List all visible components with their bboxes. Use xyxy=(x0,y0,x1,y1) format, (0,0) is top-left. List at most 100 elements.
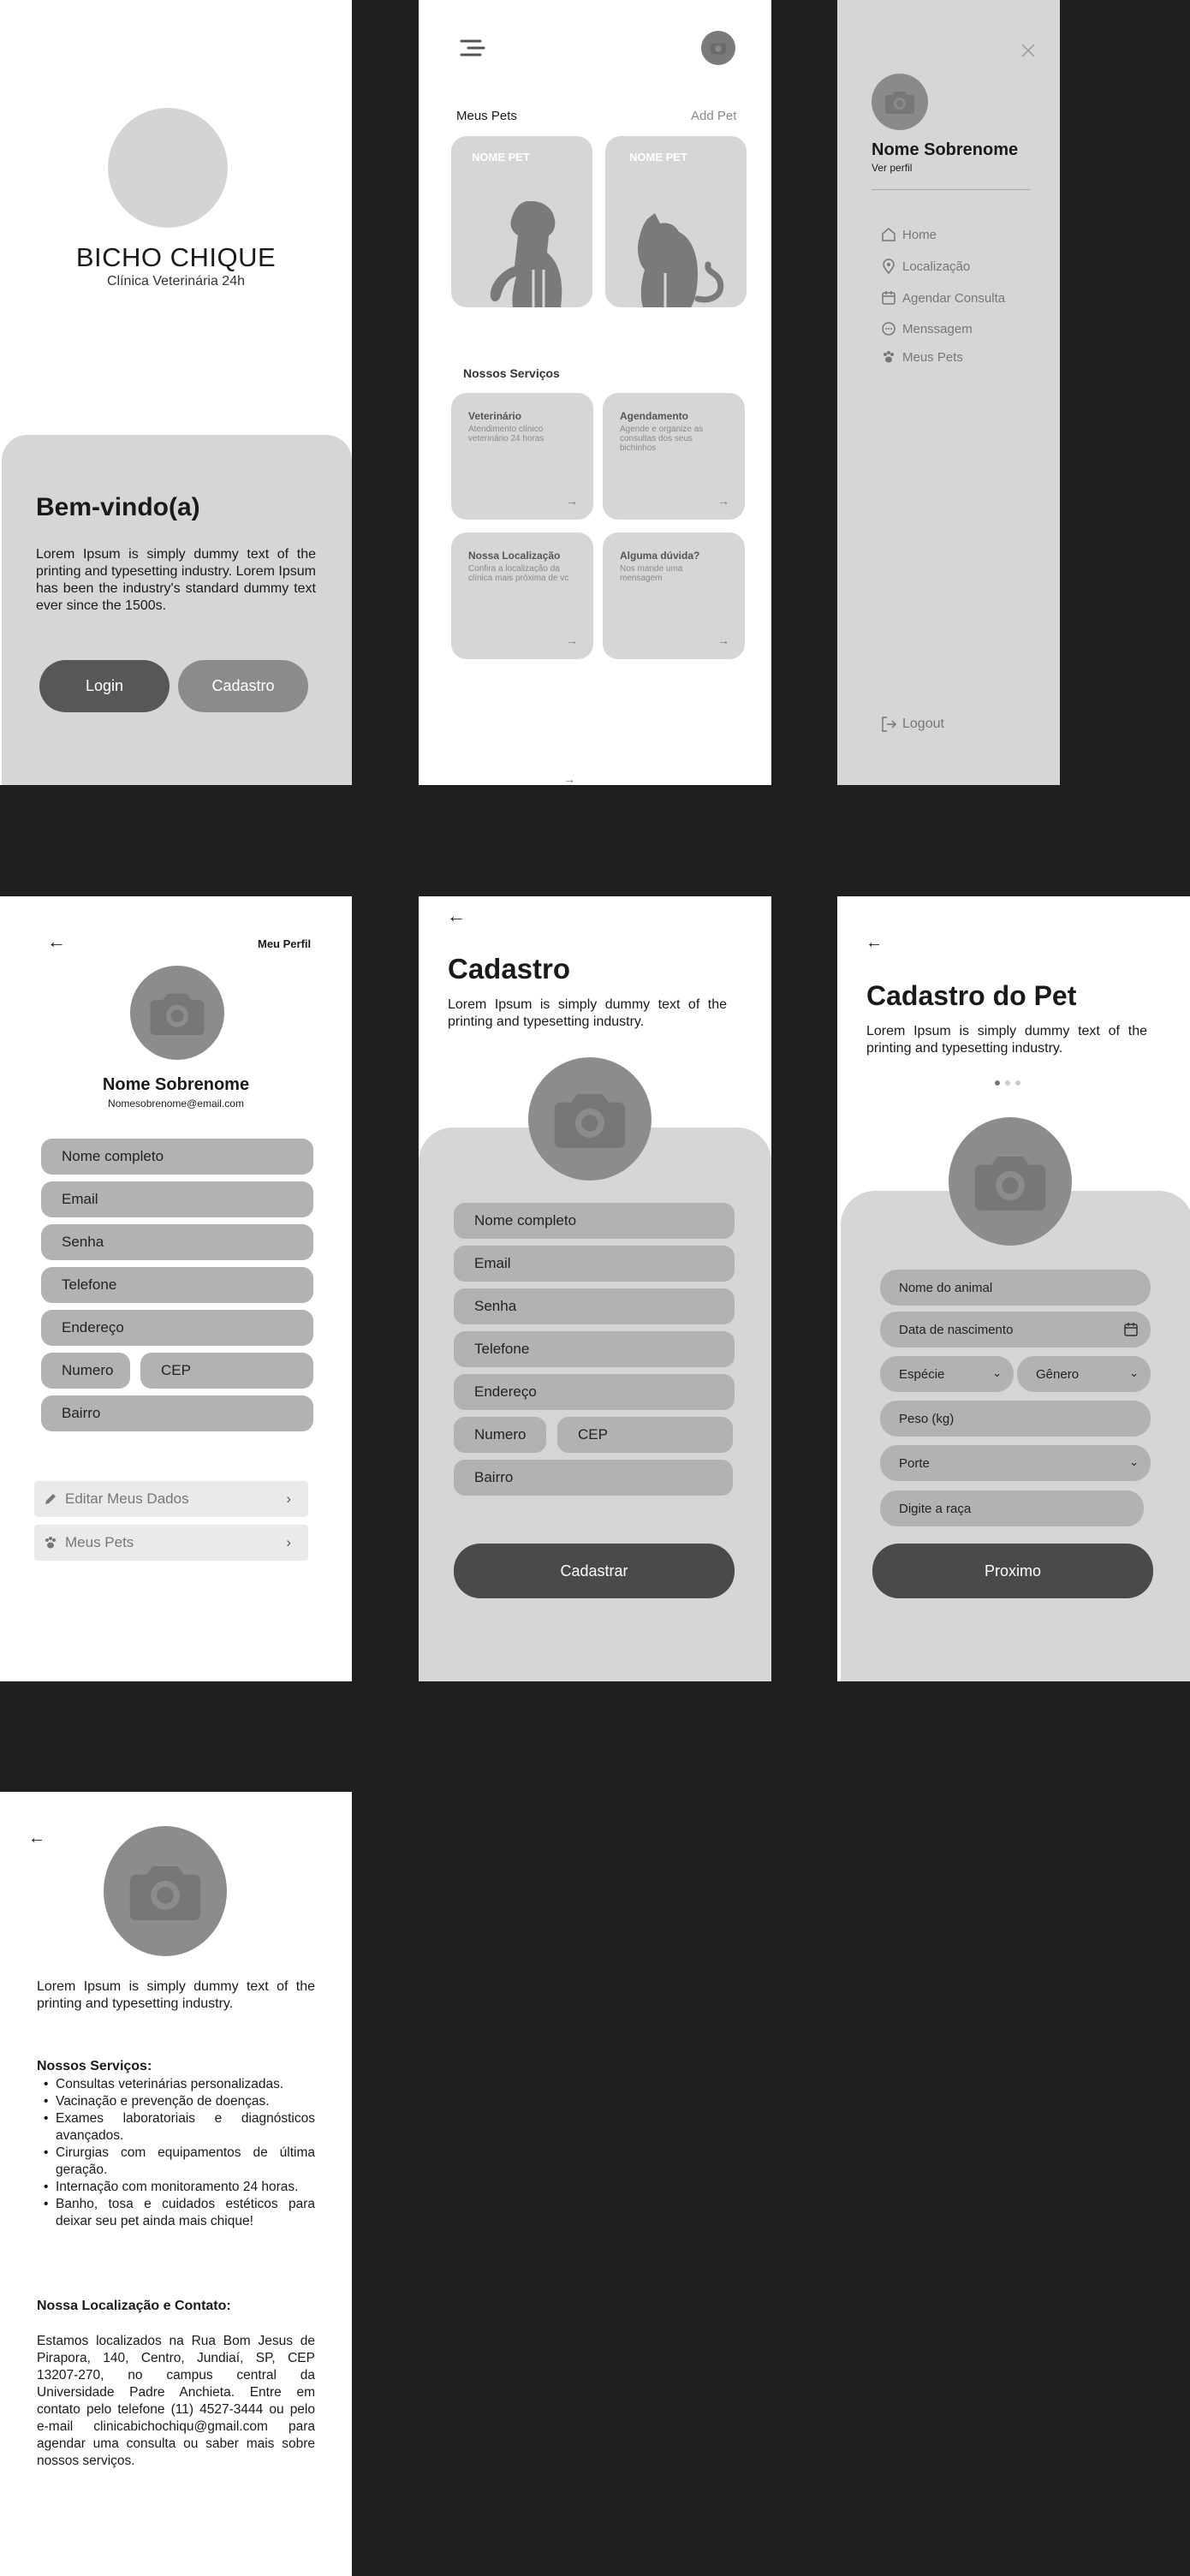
avatar[interactable] xyxy=(701,31,735,65)
district-field[interactable]: Bairro xyxy=(454,1460,733,1496)
about-avatar xyxy=(104,1826,227,1956)
menu-item-location[interactable]: Localização xyxy=(880,258,970,275)
birth-date-field[interactable]: Data de nascimento xyxy=(880,1312,1151,1347)
back-arrow-icon[interactable]: ← xyxy=(47,931,66,953)
add-pet-link[interactable]: Add Pet xyxy=(691,109,736,123)
list-item: Vacinação e prevenção de doenças. xyxy=(37,2093,315,2110)
welcome-heading: Bem-vindo(a) xyxy=(36,493,200,521)
cat-icon xyxy=(638,213,724,307)
my-pets-item[interactable]: Meus Pets › xyxy=(34,1525,308,1561)
pet-signup-body: Lorem Ipsum is simply dummy text of the … xyxy=(866,1024,1147,1056)
phone-field[interactable]: Telefone xyxy=(454,1331,735,1367)
camera-icon xyxy=(554,1093,626,1148)
pet-card-name: NOME PET xyxy=(472,151,530,164)
pet-card[interactable]: NOME PET xyxy=(605,136,747,307)
logo-placeholder xyxy=(108,108,228,228)
arrow-right-icon[interactable]: → xyxy=(563,772,575,785)
divider xyxy=(872,189,1030,190)
signup-title: Cadastro xyxy=(448,953,571,985)
phone-field[interactable]: Telefone xyxy=(41,1267,313,1303)
breed-field[interactable]: Digite a raça xyxy=(880,1490,1144,1526)
location-text: Estamos localizados na Rua Bom Jesus de … xyxy=(37,2334,315,2468)
edit-data-item[interactable]: Editar Meus Dados › xyxy=(34,1481,308,1517)
about-intro: Lorem Ipsum is simply dummy text of the … xyxy=(37,1979,315,2011)
email-field[interactable]: Email xyxy=(41,1181,313,1217)
calendar-icon[interactable] xyxy=(1123,1322,1139,1337)
district-field[interactable]: Bairro xyxy=(41,1395,313,1431)
back-arrow-icon[interactable]: ← xyxy=(866,933,883,953)
service-desc: Nos mande uma mensagem xyxy=(620,564,683,583)
close-icon[interactable] xyxy=(1020,43,1036,62)
drawer-screen: Nome Sobrenome Ver perfil Home Localizaç… xyxy=(837,0,1060,785)
service-desc: Atendimento clínico veterinário 24 horas xyxy=(468,425,544,443)
password-field[interactable]: Senha xyxy=(454,1288,735,1324)
chat-icon xyxy=(880,320,897,337)
edit-data-label: Editar Meus Dados xyxy=(65,1490,189,1507)
logout-label: Logout xyxy=(902,717,944,731)
menu-icon[interactable] xyxy=(460,38,485,58)
species-select[interactable]: Espécie ⌄ xyxy=(880,1356,1014,1392)
full-name-field[interactable]: Nome completo xyxy=(41,1139,313,1175)
weight-field[interactable]: Peso (kg) xyxy=(880,1401,1151,1437)
number-field[interactable]: Numero xyxy=(41,1353,130,1389)
profile-name: Nome Sobrenome xyxy=(102,1075,250,1094)
logout-button[interactable]: Logout xyxy=(880,716,944,733)
menu-item-label: Localização xyxy=(902,259,971,274)
menu-item-messages[interactable]: Menssagem xyxy=(880,320,973,337)
chevron-right-icon: › xyxy=(286,1534,291,1550)
email-field[interactable]: Email xyxy=(454,1246,735,1282)
pet-card-name: NOME PET xyxy=(629,151,687,164)
animal-name-field[interactable]: Nome do animal xyxy=(880,1270,1151,1306)
species-label: Espécie xyxy=(899,1366,945,1382)
next-button[interactable]: Proximo xyxy=(872,1544,1153,1598)
password-field[interactable]: Senha xyxy=(41,1224,313,1260)
services-label: Nossos Serviços xyxy=(463,366,560,380)
service-desc: Confira a localização da clínica mais pr… xyxy=(468,564,569,583)
menu-item-home[interactable]: Home xyxy=(880,226,937,243)
full-name-field[interactable]: Nome completo xyxy=(454,1203,735,1239)
drawer-avatar[interactable] xyxy=(872,74,928,130)
cep-field[interactable]: CEP xyxy=(140,1353,313,1389)
back-arrow-icon[interactable]: ← xyxy=(28,1829,45,1848)
size-label: Porte xyxy=(899,1455,930,1471)
number-field[interactable]: Numero xyxy=(454,1417,546,1453)
size-select[interactable]: Porte ⌄ xyxy=(880,1445,1151,1481)
signup-avatar[interactable] xyxy=(528,1057,652,1181)
step-indicator xyxy=(995,1080,1020,1086)
view-profile-link[interactable]: Ver perfil xyxy=(872,162,912,174)
menu-item-schedule[interactable]: Agendar Consulta xyxy=(880,289,1005,306)
service-title: Alguma dúvida? xyxy=(620,550,700,562)
service-card-vet[interactable]: Veterinário Atendimento clínico veteriná… xyxy=(451,393,593,520)
login-button[interactable]: Login xyxy=(39,660,170,712)
pet-avatar[interactable] xyxy=(949,1117,1072,1246)
service-card-location[interactable]: Nossa Localização Confira a localização … xyxy=(451,532,593,659)
brand-title: BICHO CHIQUE xyxy=(75,242,277,272)
birth-date-placeholder: Data de nascimento xyxy=(899,1322,1014,1337)
service-card-schedule[interactable]: Agendamento Agende e organize as consult… xyxy=(603,393,745,520)
menu-item-pets[interactable]: Meus Pets xyxy=(880,348,963,366)
arrow-right-icon: → xyxy=(566,494,578,508)
paw-icon xyxy=(43,1535,58,1550)
profile-avatar[interactable] xyxy=(130,966,224,1060)
list-item: Consultas veterinárias personalizadas. xyxy=(37,2076,315,2093)
address-field[interactable]: Endereço xyxy=(41,1310,313,1346)
my-pets-label: Meus Pets xyxy=(65,1534,134,1550)
signup-screen: ← Cadastro Lorem Ipsum is simply dummy t… xyxy=(419,896,771,1681)
camera-icon xyxy=(129,1865,201,1920)
gender-select[interactable]: Gênero ⌄ xyxy=(1017,1356,1151,1392)
location-heading: Nossa Localização e Contato: xyxy=(37,2299,231,2313)
camera-icon xyxy=(150,993,205,1035)
welcome-panel: Bem-vindo(a) Lorem Ipsum is simply dummy… xyxy=(2,435,352,785)
cep-field[interactable]: CEP xyxy=(557,1417,733,1453)
profile-email: Nomesobrenome@email.com xyxy=(108,1098,244,1110)
submit-signup-button[interactable]: Cadastrar xyxy=(454,1544,735,1598)
service-card-question[interactable]: Alguma dúvida? Nos mande uma mensagem → xyxy=(603,532,745,659)
pet-card[interactable]: NOME PET xyxy=(451,136,592,307)
step-dot xyxy=(1005,1080,1010,1086)
address-field[interactable]: Endereço xyxy=(454,1374,735,1410)
back-arrow-icon[interactable]: ← xyxy=(447,905,466,927)
drawer-name: Nome Sobrenome xyxy=(872,140,1019,159)
menu-item-label: Meus Pets xyxy=(902,349,963,365)
signup-button[interactable]: Cadastro xyxy=(178,660,308,712)
list-item: Internação com monitoramento 24 horas. xyxy=(37,2179,315,2196)
